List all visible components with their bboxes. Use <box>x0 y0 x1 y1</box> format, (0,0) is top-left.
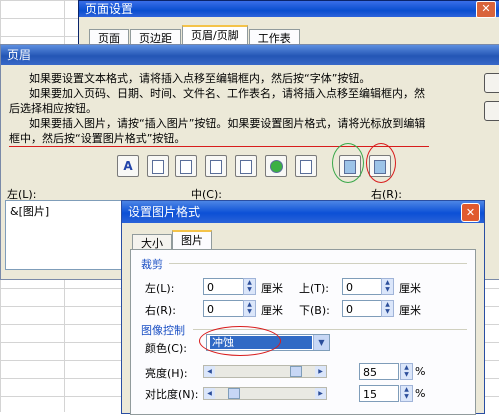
crop-top-unit: 厘米 <box>399 282 421 295</box>
page-setup-title: 页面设置 <box>85 2 134 16</box>
page-setup-titlebar: 页面设置 ✕ <box>79 1 499 18</box>
time-icon[interactable] <box>235 155 257 177</box>
page-setup-tabs: 页面 页边距 页眉/页脚 工作表 <box>89 25 301 48</box>
image-control-group-title: 图像控制 <box>141 324 185 337</box>
crop-bottom-spinner[interactable]: ▲ ▼ <box>381 300 394 317</box>
contrast-slider[interactable]: ◀ ▶ <box>203 387 327 400</box>
contrast-label: 对比度(N): <box>145 388 199 401</box>
font-icon[interactable]: A <box>117 155 139 177</box>
color-label: 颜色(C): <box>145 342 187 355</box>
brightness-input[interactable]: 85 <box>359 363 399 380</box>
header-dialog-titlebar: 页眉 <box>1 45 499 65</box>
file-path-icon[interactable] <box>265 155 287 177</box>
help-line-picture: 如果要插入图片，请按“插入图片”按钮。如果要设置图片格式，请将光标放到编辑框中，… <box>9 116 429 147</box>
help-text: 如果要设置文本格式，请将插入点移至编辑框内，然后按“字体”按钮。 如果要加入页码… <box>9 71 429 147</box>
crop-top-label: 上(T): <box>299 282 330 295</box>
format-picture-titlebar: 设置图片格式 ✕ <box>122 201 484 223</box>
crop-divider <box>169 263 467 264</box>
crop-left-label: 左(L): <box>145 282 175 295</box>
crop-left-spinner[interactable]: ▲ ▼ <box>243 278 256 295</box>
file-name-icon[interactable] <box>295 155 317 177</box>
help-line-font: 如果要设置文本格式，请将插入点移至编辑框内，然后按“字体”按钮。 <box>29 72 371 85</box>
format-picture-dialog: 设置图片格式 ✕ 大小 图片 裁剪 左(L): 0 ▲ ▼ 厘米 上(T): 0 ▲… <box>121 200 485 415</box>
close-icon[interactable]: ✕ <box>461 203 480 222</box>
close-icon[interactable]: ✕ <box>476 1 496 18</box>
crop-right-label: 右(R): <box>145 304 176 317</box>
cancel-button[interactable] <box>484 101 499 121</box>
format-picture-title: 设置图片格式 <box>128 205 201 219</box>
crop-right-spinner[interactable]: ▲ ▼ <box>243 300 256 317</box>
slider-right-arrow-icon[interactable]: ▶ <box>315 388 326 399</box>
crop-group-title: 裁剪 <box>141 258 163 271</box>
contrast-spinner[interactable]: ▲ ▼ <box>400 385 413 402</box>
crop-bottom-unit: 厘米 <box>399 304 421 317</box>
brightness-spinner[interactable]: ▲ ▼ <box>400 363 413 380</box>
crop-right-unit: 厘米 <box>261 304 283 317</box>
slider-left-arrow-icon[interactable]: ◀ <box>204 388 215 399</box>
contrast-input[interactable]: 15 <box>359 385 399 402</box>
date-icon[interactable] <box>205 155 227 177</box>
slider-left-arrow-icon[interactable]: ◀ <box>204 366 215 377</box>
picture-panel: 裁剪 左(L): 0 ▲ ▼ 厘米 上(T): 0 ▲ ▼ 厘米 右(R): 0 ▲… <box>130 249 476 415</box>
contrast-percent: % <box>415 387 426 400</box>
brightness-slider[interactable]: ◀ ▶ <box>203 365 327 378</box>
total-pages-icon[interactable] <box>175 155 197 177</box>
highlight-oval-red <box>199 326 281 356</box>
crop-top-spinner[interactable]: ▲ ▼ <box>381 278 394 295</box>
highlight-circle-red <box>366 143 396 183</box>
header-dialog-title: 页眉 <box>7 48 32 62</box>
highlight-circle-green <box>332 143 364 183</box>
help-line-fields: 如果要加入页码、日期、时间、文件名、工作表名，请将插入点移至编辑框内，然后选择相… <box>9 87 425 115</box>
left-section-input[interactable]: &[图片] <box>5 200 123 270</box>
crop-bottom-label: 下(B): <box>299 304 330 317</box>
slider-right-arrow-icon[interactable]: ▶ <box>315 366 326 377</box>
format-picture-tabs: 大小 图片 <box>132 230 212 252</box>
brightness-percent: % <box>415 365 426 378</box>
ok-button[interactable] <box>484 73 499 93</box>
brightness-label: 亮度(H): <box>145 367 188 380</box>
page-number-icon[interactable] <box>147 155 169 177</box>
brightness-slider-thumb[interactable] <box>290 366 302 377</box>
chevron-down-icon[interactable]: ▼ <box>313 335 329 350</box>
contrast-slider-thumb[interactable] <box>228 388 240 399</box>
crop-left-unit: 厘米 <box>261 282 283 295</box>
